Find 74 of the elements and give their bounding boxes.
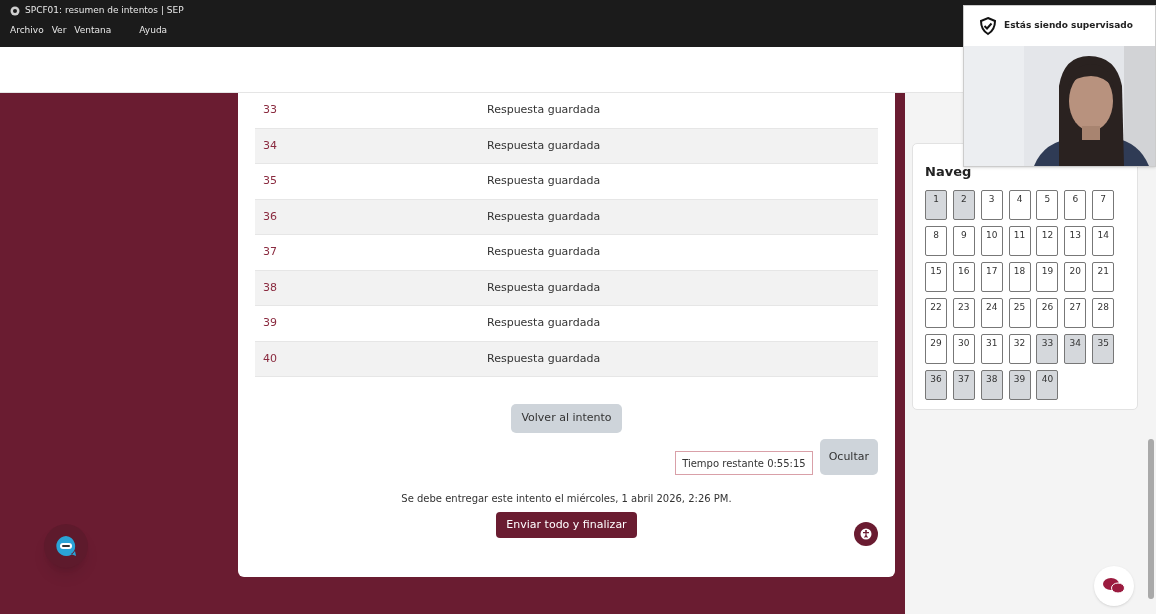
question-status: Respuesta guardada bbox=[487, 137, 601, 154]
question-link[interactable]: 35 bbox=[255, 173, 375, 190]
question-nav-button[interactable]: 21 bbox=[1092, 262, 1115, 292]
proctoring-label: Estás siendo supervisado bbox=[1004, 19, 1133, 33]
timer-display: Tiempo restante 0:55:15 bbox=[675, 451, 813, 475]
question-link[interactable]: 33 bbox=[255, 102, 375, 119]
question-nav-button[interactable]: 18 bbox=[1008, 262, 1031, 292]
question-nav-button[interactable]: 24 bbox=[980, 298, 1003, 328]
question-nav-button[interactable]: 3 bbox=[980, 190, 1003, 220]
question-nav-button[interactable]: 29 bbox=[925, 334, 947, 364]
question-status: Respuesta guardada bbox=[487, 350, 601, 367]
accessibility-icon bbox=[860, 528, 872, 540]
question-nav-button[interactable]: 23 bbox=[952, 298, 975, 328]
question-link[interactable]: 34 bbox=[255, 137, 375, 154]
app-icon bbox=[10, 6, 20, 16]
navigation-heading: Naveg bbox=[925, 163, 973, 181]
chatbot-icon bbox=[54, 534, 78, 558]
question-nav-button[interactable]: 13 bbox=[1064, 226, 1087, 256]
question-link[interactable]: 38 bbox=[255, 279, 375, 296]
menu-item[interactable]: Archivo bbox=[10, 24, 44, 38]
question-status: Respuesta guardada bbox=[487, 173, 601, 189]
question-status: Respuesta guardada bbox=[487, 102, 601, 118]
question-nav-button[interactable]: 4 bbox=[1008, 190, 1031, 220]
question-nav-button[interactable]: 9 bbox=[952, 226, 975, 256]
hide-button[interactable]: Ocultar bbox=[819, 439, 878, 475]
question-nav-button[interactable]: 14 bbox=[1092, 226, 1115, 256]
question-nav-button[interactable]: 36 bbox=[925, 370, 947, 400]
question-nav-button[interactable]: 19 bbox=[1036, 262, 1059, 292]
question-nav-button[interactable]: 31 bbox=[980, 334, 1003, 364]
question-nav-button[interactable]: 38 bbox=[980, 370, 1003, 400]
question-nav-button[interactable]: 15 bbox=[925, 262, 947, 292]
chat-bubbles-icon bbox=[1103, 577, 1125, 595]
question-nav-button[interactable]: 27 bbox=[1064, 298, 1087, 328]
question-status: Respuesta guardada bbox=[487, 208, 601, 225]
question-nav-button[interactable]: 17 bbox=[980, 262, 1003, 292]
accessibility-button[interactable] bbox=[854, 522, 878, 546]
question-nav-button[interactable]: 25 bbox=[1008, 298, 1031, 328]
question-nav-button[interactable]: 1 bbox=[925, 190, 947, 220]
question-nav-button[interactable]: 30 bbox=[952, 334, 975, 364]
question-nav-button[interactable]: 12 bbox=[1036, 226, 1059, 256]
question-link[interactable]: 39 bbox=[255, 315, 375, 332]
question-nav-button[interactable]: 22 bbox=[925, 298, 947, 328]
shield-check-icon bbox=[978, 16, 998, 36]
question-link[interactable]: 40 bbox=[255, 350, 375, 367]
question-nav-button[interactable]: 8 bbox=[925, 226, 947, 256]
question-nav-button[interactable]: 6 bbox=[1064, 190, 1087, 220]
question-nav-button[interactable]: 33 bbox=[1036, 334, 1059, 364]
question-nav-button[interactable]: 20 bbox=[1064, 262, 1087, 292]
return-button[interactable]: Volver al intento bbox=[511, 404, 622, 433]
question-status: Respuesta guardada bbox=[487, 244, 601, 260]
question-nav-button[interactable]: 37 bbox=[952, 370, 975, 400]
question-nav-button[interactable]: 40 bbox=[1036, 370, 1059, 400]
question-nav-button[interactable]: 2 bbox=[952, 190, 975, 220]
question-nav-button[interactable]: 26 bbox=[1036, 298, 1059, 328]
question-nav-button[interactable]: 11 bbox=[1008, 226, 1031, 256]
question-status: Respuesta guardada bbox=[487, 279, 601, 296]
due-date-text: Se debe entregar este intento el miércoles, 1 abril 2026, 2:26 PM. bbox=[400, 492, 733, 506]
question-nav-button[interactable]: 16 bbox=[952, 262, 975, 292]
question-nav-button[interactable]: 32 bbox=[1008, 334, 1031, 364]
question-nav-button[interactable]: 35 bbox=[1092, 334, 1115, 364]
menu-item[interactable]: Ver bbox=[51, 24, 67, 38]
window-title: SPCF01: resumen de intentos | SEP bbox=[25, 4, 184, 18]
question-nav-button[interactable]: 28 bbox=[1092, 298, 1115, 328]
question-nav-button[interactable]: 34 bbox=[1064, 334, 1087, 364]
menu-item[interactable]: Ayuda bbox=[139, 24, 168, 38]
question-nav-button[interactable]: 10 bbox=[980, 226, 1003, 256]
question-status: Respuesta guardada bbox=[487, 315, 601, 331]
question-nav-button[interactable]: 7 bbox=[1092, 190, 1115, 220]
question-link[interactable]: 37 bbox=[255, 244, 375, 261]
question-link[interactable]: 36 bbox=[255, 208, 375, 225]
menu-item[interactable]: Ventana bbox=[74, 24, 112, 38]
question-nav-button[interactable]: 5 bbox=[1036, 190, 1059, 220]
question-nav-button[interactable]: 39 bbox=[1008, 370, 1031, 400]
submit-button[interactable]: Enviar todo y finalizar bbox=[496, 512, 637, 538]
